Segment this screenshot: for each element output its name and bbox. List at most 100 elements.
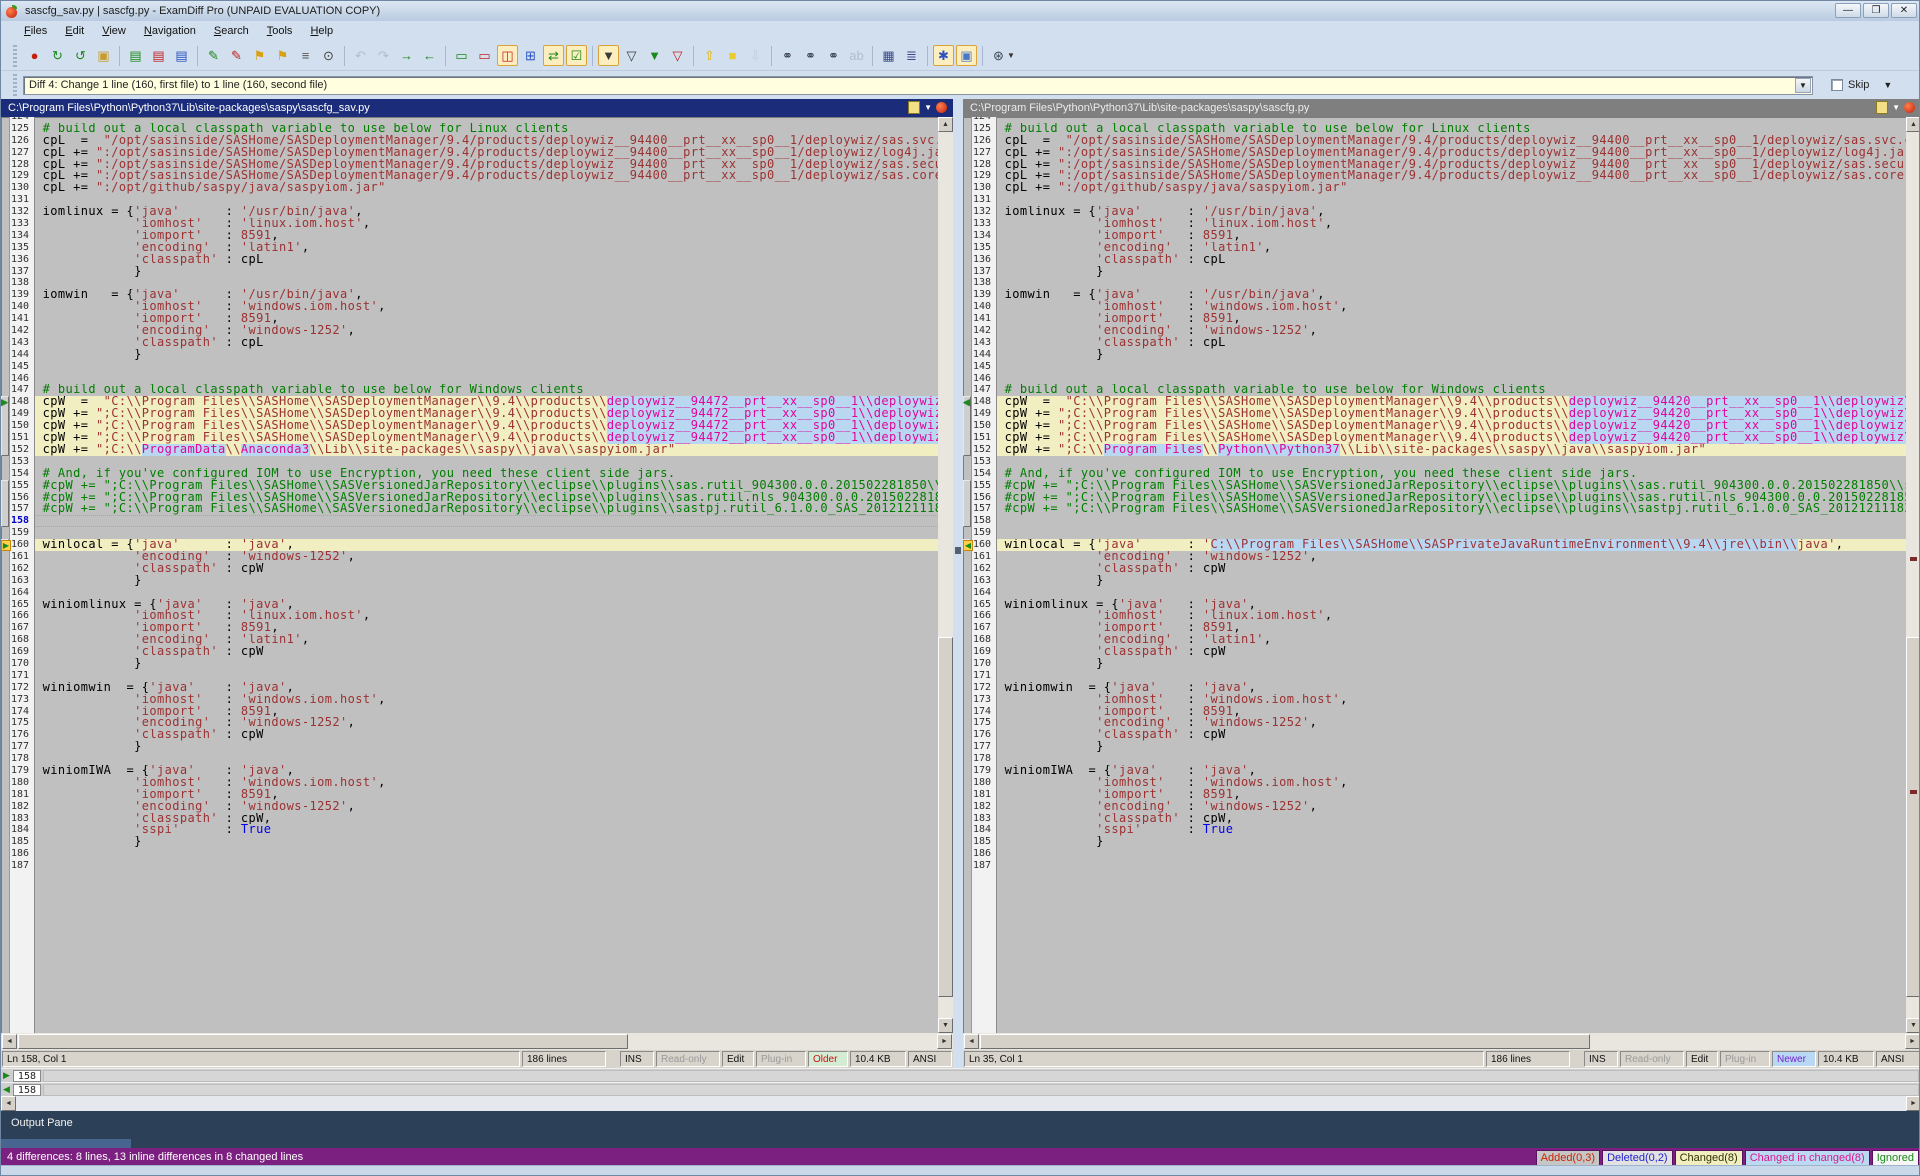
code-line-132[interactable]: 132 iomlinux = {'java' : '/usr/bin/java'… — [1, 206, 938, 218]
current-block-icon[interactable]: ■ — [722, 45, 743, 66]
code-line-150[interactable]: 150 cpW += ";C:\\Program Files\\SASHome\… — [1, 420, 938, 432]
code-line-161[interactable]: 161 'encoding' : 'windows-1252', — [963, 551, 1906, 563]
code-line-142[interactable]: 142 'encoding' : 'windows-1252', — [1, 325, 938, 337]
code-line-139[interactable]: 139 iomwin = {'java' : '/usr/bin/java', — [1, 289, 938, 301]
code-line-163[interactable]: 163 } — [1, 575, 938, 587]
code-line-181[interactable]: 181 'iomport' : 8591, — [1, 789, 938, 801]
code-line-175[interactable]: 175 'encoding' : 'windows-1252', — [963, 717, 1906, 729]
code-line-164[interactable]: 164 — [1, 587, 938, 599]
prev-difference-icon[interactable]: ← — [419, 45, 440, 66]
code-line-170[interactable]: 170 } — [1, 658, 938, 670]
code-line-186[interactable]: 186 — [963, 848, 1906, 860]
diffbar-grip[interactable] — [13, 74, 17, 96]
code-line-154[interactable]: 154 # And, if you've configured IOM to u… — [963, 468, 1906, 480]
scroll-left-icon[interactable]: ◄ — [2, 1034, 17, 1049]
code-line-157[interactable]: 157 #cpW += ";C:\\Program Files\\SASHome… — [1, 503, 938, 515]
scroll-right-icon[interactable]: ► — [937, 1034, 952, 1049]
code-line-180[interactable]: 180 'iomhost' : 'windows.iom.host', — [1, 777, 938, 789]
filter-none-icon[interactable]: ▽ — [667, 45, 688, 66]
code-line-135[interactable]: 135 'encoding' : 'latin1', — [963, 242, 1906, 254]
inspector-scrollbar[interactable]: ◄ ► — [1, 1096, 1920, 1111]
auto-recompare-icon[interactable]: ☑ — [566, 45, 587, 66]
close-button[interactable]: ✕ — [1891, 3, 1917, 18]
recompare-icon[interactable]: ↻ — [47, 45, 68, 66]
show-image-icon[interactable]: ▣ — [956, 45, 977, 66]
code-line-171[interactable]: 171 — [1, 670, 938, 682]
code-line-173[interactable]: 173 'iomhost' : 'windows.iom.host', — [1, 694, 938, 706]
minimize-button[interactable]: — — [1835, 3, 1861, 18]
line-inspector-second[interactable]: ◀ 158 — [1, 1082, 1920, 1096]
menu-help[interactable]: Help — [301, 23, 342, 39]
header-dropdown-icon[interactable]: ▼ — [1892, 103, 1900, 112]
code-line-145[interactable]: 145 — [1, 361, 938, 373]
code-line-152[interactable]: 152 cpW += ";C:\\Program Files\\Python\\… — [963, 444, 1906, 456]
report-icon[interactable]: ▦ — [878, 45, 899, 66]
code-line-159[interactable]: 159 — [1, 527, 938, 539]
code-line-143[interactable]: 143 'classpath' : cpL — [963, 337, 1906, 349]
code-line-176[interactable]: 176 'classpath' : cpW — [1, 729, 938, 741]
show-identical-icon[interactable]: ▭ — [451, 45, 472, 66]
code-line-129[interactable]: 129 cpL += ":/opt/sasinside/SASHome/SASD… — [963, 170, 1906, 182]
code-line-172[interactable]: 172 winiomwin = {'java' : 'java', — [1, 682, 938, 694]
right-horizontal-scrollbar[interactable]: ◄ ► — [963, 1033, 1920, 1050]
redo-icon[interactable]: ↷ — [373, 45, 394, 66]
right-hscroll-thumb[interactable] — [980, 1034, 1590, 1049]
code-line-151[interactable]: 151 cpW += ";C:\\Program Files\\SASHome\… — [963, 432, 1906, 444]
menu-files[interactable]: Files — [15, 23, 56, 39]
code-line-126[interactable]: 126 cpL = "/opt/sasinside/SASHome/SASDep… — [1, 135, 938, 147]
menu-search[interactable]: Search — [205, 23, 258, 39]
filter-outline-icon[interactable]: ▽ — [621, 45, 642, 66]
code-line-165[interactable]: 165 winiomlinux = {'java' : 'java', — [963, 599, 1906, 611]
code-line-174[interactable]: 174 'iomport' : 8591, — [1, 706, 938, 718]
code-line-134[interactable]: 134 'iomport' : 8591, — [963, 230, 1906, 242]
code-line-127[interactable]: 127 cpL += ":/opt/sasinside/SASHome/SASD… — [963, 147, 1906, 159]
code-line-177[interactable]: 177 } — [963, 741, 1906, 753]
code-line-162[interactable]: 162 'classpath' : cpW — [963, 563, 1906, 575]
scroll-up-icon[interactable]: ▲ — [1906, 117, 1920, 132]
code-line-162[interactable]: 162 'classpath' : cpW — [1, 563, 938, 575]
code-line-169[interactable]: 169 'classpath' : cpW — [963, 646, 1906, 658]
search-next-icon[interactable]: ⚭ — [800, 45, 821, 66]
code-line-146[interactable]: 146 — [963, 373, 1906, 385]
code-line-158[interactable]: 158 — [963, 515, 1906, 527]
find-icon[interactable]: ⊙ — [318, 45, 339, 66]
output-pane-tab[interactable] — [1, 1139, 131, 1148]
menu-edit[interactable]: Edit — [56, 23, 93, 39]
plugins-icon[interactable]: ✱ — [933, 45, 954, 66]
toolbar-grip[interactable] — [13, 45, 17, 67]
left-vertical-scrollbar[interactable]: ▲ ▼ — [938, 117, 953, 1033]
options-icon[interactable]: ⊛ — [988, 45, 1009, 66]
scroll-up-icon[interactable]: ▲ — [938, 117, 953, 132]
code-line-128[interactable]: 128 cpL += ":/opt/sasinside/SASHome/SASD… — [1, 159, 938, 171]
code-line-130[interactable]: 130 cpL += ":/opt/github/saspy/java/sasp… — [1, 182, 938, 194]
code-line-172[interactable]: 172 winiomwin = {'java' : 'java', — [963, 682, 1906, 694]
code-line-182[interactable]: 182 'encoding' : 'windows-1252', — [963, 801, 1906, 813]
skip-checkbox[interactable] — [1831, 79, 1843, 91]
code-line-179[interactable]: 179 winiomIWA = {'java' : 'java', — [963, 765, 1906, 777]
scroll-left-icon[interactable]: ◄ — [1, 1096, 16, 1111]
code-line-187[interactable]: 187 — [963, 860, 1906, 872]
filter-all-icon[interactable]: ▼ — [598, 45, 619, 66]
code-line-177[interactable]: 177 } — [1, 741, 938, 753]
code-line-147[interactable]: 147 # build out a local classpath variab… — [963, 384, 1906, 396]
code-line-175[interactable]: 175 'encoding' : 'windows-1252', — [1, 717, 938, 729]
code-line-141[interactable]: 141 'iomport' : 8591, — [963, 313, 1906, 325]
code-line-167[interactable]: 167 'iomport' : 8591, — [1, 622, 938, 634]
edit-flag[interactable]: Edit — [722, 1051, 754, 1067]
skip-checkbox-group[interactable]: Skip — [1831, 79, 1869, 91]
menu-navigation[interactable]: Navigation — [135, 23, 205, 39]
right-file-header[interactable]: C:\Program Files\Python\Python37\Lib\sit… — [963, 99, 1920, 117]
code-line-168[interactable]: 168 'encoding' : 'latin1', — [1, 634, 938, 646]
combo-dropdown-icon[interactable]: ▼ — [1795, 78, 1811, 93]
menu-view[interactable]: View — [93, 23, 135, 39]
code-line-145[interactable]: 145 — [963, 361, 1906, 373]
current-diff-arrow-icon[interactable]: ◀ — [963, 540, 973, 551]
code-line-169[interactable]: 169 'classpath' : cpW — [1, 646, 938, 658]
save-both-icon[interactable]: ▤ — [171, 45, 192, 66]
grid-view-icon[interactable]: ⊞ — [520, 45, 541, 66]
search-prev-icon[interactable]: ⚭ — [823, 45, 844, 66]
code-line-154[interactable]: 154 # And, if you've configured IOM to u… — [1, 468, 938, 480]
header-dropdown-icon[interactable]: ▼ — [924, 103, 932, 112]
code-line-139[interactable]: 139 iomwin = {'java' : '/usr/bin/java', — [963, 289, 1906, 301]
code-line-153[interactable]: 153 — [963, 456, 1906, 468]
